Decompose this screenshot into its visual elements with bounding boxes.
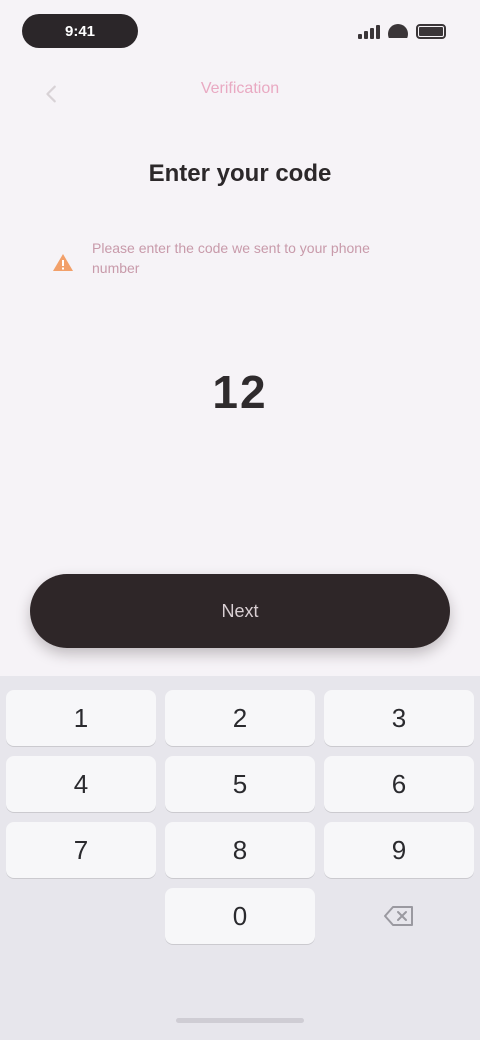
battery-icon [416, 23, 446, 39]
key-6[interactable]: 6 [324, 756, 474, 812]
verification-screen: 9:41 Verification Enter your code Please… [0, 0, 480, 1040]
nav-title: Verification [200, 80, 280, 97]
next-button[interactable]: Next [30, 574, 450, 648]
home-indicator [176, 1018, 304, 1023]
code-value: 12 [212, 366, 268, 418]
key-5[interactable]: 5 [165, 756, 315, 812]
notice-banner: Please enter the code we sent to your ph… [50, 232, 430, 292]
wifi-icon [388, 24, 408, 38]
numeric-keypad: 1 2 3 4 5 6 7 8 9 0 [0, 676, 480, 1040]
key-0[interactable]: 0 [165, 888, 315, 944]
key-7[interactable]: 7 [6, 822, 156, 878]
key-3[interactable]: 3 [324, 690, 474, 746]
warning-icon [50, 250, 76, 276]
backspace-icon [384, 906, 413, 926]
notice-text: Please enter the code we sent to your ph… [92, 240, 370, 276]
status-bar: 9:41 [0, 0, 480, 64]
status-time: 9:41 [64, 22, 96, 40]
key-4[interactable]: 4 [6, 756, 156, 812]
key-8[interactable]: 8 [165, 822, 315, 878]
chevron-left-icon [46, 85, 56, 103]
key-2[interactable]: 2 [165, 690, 315, 746]
signal-icon [358, 23, 380, 39]
back-button[interactable] [30, 72, 74, 116]
status-time-pill: 9:41 [22, 14, 138, 48]
code-input[interactable]: 12 [140, 352, 340, 432]
page-title: Enter your code [148, 160, 332, 187]
status-indicators [358, 20, 446, 42]
delete-button[interactable] [324, 888, 474, 944]
key-9[interactable]: 9 [324, 822, 474, 878]
key-1[interactable]: 1 [6, 690, 156, 746]
